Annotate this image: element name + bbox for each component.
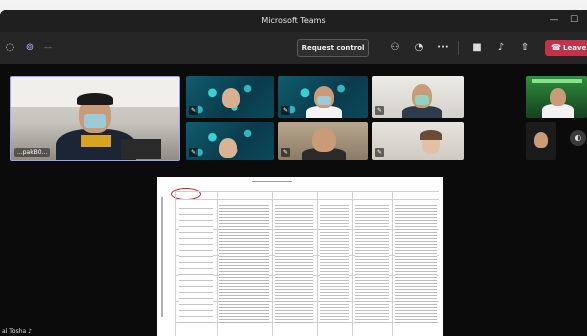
more-actions-icon[interactable]: ··· xyxy=(435,40,451,56)
doc-column-line xyxy=(317,191,318,336)
local-participant-name: al Tosha ♪ xyxy=(2,328,32,335)
participant-body xyxy=(542,104,574,118)
doc-column-line xyxy=(175,191,176,336)
participant-tile[interactable] xyxy=(526,122,556,160)
doc-row-line xyxy=(175,191,439,192)
participant-face xyxy=(550,88,566,106)
teams-window: Microsoft Teams — ☐ ◌ ⊚ –– Request contr… xyxy=(0,10,587,336)
face-mask xyxy=(317,96,331,105)
meeting-toolbar: ◌ ⊚ –– Request control ⚇ ◔ ··· ■ ♪ ⇧ ☎ L… xyxy=(0,32,587,64)
participant-face xyxy=(312,128,336,152)
banner-text xyxy=(532,79,582,83)
participant-face xyxy=(219,138,237,158)
participant-tile[interactable]: ✎ xyxy=(372,76,464,118)
leave-label: Leave xyxy=(563,44,587,52)
back-icon[interactable]: ◌ xyxy=(2,40,18,56)
speaker-hair xyxy=(77,93,113,105)
doc-text-block xyxy=(219,203,269,323)
more-dots-icon: –– xyxy=(44,43,52,52)
muted-mic-icon: ✎ xyxy=(375,106,384,115)
recording-icon: ⊚ xyxy=(25,42,35,53)
muted-mic-icon: ✎ xyxy=(189,106,198,115)
request-control-button[interactable]: Request control xyxy=(297,39,369,57)
participant-tile[interactable]: ✎ xyxy=(186,76,274,118)
doc-column-line xyxy=(392,191,393,336)
chat-icon[interactable]: ◔ xyxy=(411,40,427,56)
doc-row-line xyxy=(175,199,439,200)
share-tray-icon[interactable]: ⇧ xyxy=(517,40,533,56)
speaker-shirt xyxy=(81,135,111,147)
participant-tile[interactable]: ✎ xyxy=(186,122,274,160)
meeting-stage: ...pakB0... ✎ ✎ ✎ ✎ ✎ ✎ ◐ xyxy=(0,64,587,336)
doc-text-block xyxy=(355,203,389,323)
maximize-icon[interactable]: ☐ xyxy=(568,14,580,26)
toolbar-divider xyxy=(458,41,459,55)
doc-text-block xyxy=(320,203,349,323)
doc-heading xyxy=(252,181,292,182)
camera-icon[interactable]: ■ xyxy=(469,40,485,56)
phone-hangup-icon: ☎ xyxy=(551,43,561,52)
doc-column-line xyxy=(352,191,353,336)
face-mask xyxy=(84,114,106,128)
speaker-video-tile[interactable]: ...pakB0... xyxy=(10,76,180,161)
overflow-participants-icon[interactable]: ◐ xyxy=(570,130,586,146)
participant-face xyxy=(222,88,240,108)
minimize-icon[interactable]: — xyxy=(548,14,560,26)
participant-hair xyxy=(420,130,442,140)
doc-text-block xyxy=(395,203,437,323)
face-mask xyxy=(415,95,429,105)
microphone-icon[interactable]: ♪ xyxy=(493,40,509,56)
doc-side-text xyxy=(161,197,163,317)
mic-icon: ♪ xyxy=(28,328,32,335)
muted-mic-icon: ✎ xyxy=(375,148,384,157)
local-name-text: al Tosha xyxy=(2,328,27,335)
speaker-name-label: ...pakB0... xyxy=(14,148,51,157)
muted-mic-icon: ✎ xyxy=(189,148,198,157)
screenshot-backdrop: Microsoft Teams — ☐ ◌ ⊚ –– Request contr… xyxy=(0,0,587,336)
doc-text-block xyxy=(275,203,313,323)
participant-tile[interactable] xyxy=(526,76,587,118)
window-title: Microsoft Teams xyxy=(261,16,326,25)
muted-mic-icon: ✎ xyxy=(281,106,290,115)
title-bar: Microsoft Teams — ☐ xyxy=(0,10,587,32)
participant-tile[interactable]: ✎ xyxy=(278,122,368,160)
participant-tile[interactable]: ✎ xyxy=(278,76,368,118)
doc-column-line xyxy=(272,191,273,336)
leave-button[interactable]: ☎ Leave xyxy=(545,40,587,56)
participant-face xyxy=(534,132,548,148)
muted-mic-icon: ✎ xyxy=(281,148,290,157)
participants-icon[interactable]: ⚇ xyxy=(387,40,403,56)
shared-screen-content xyxy=(157,177,443,336)
participant-tile[interactable]: ✎ xyxy=(372,122,464,160)
doc-column-line xyxy=(217,191,218,336)
doc-text-block xyxy=(179,203,213,323)
laptop xyxy=(121,139,161,159)
